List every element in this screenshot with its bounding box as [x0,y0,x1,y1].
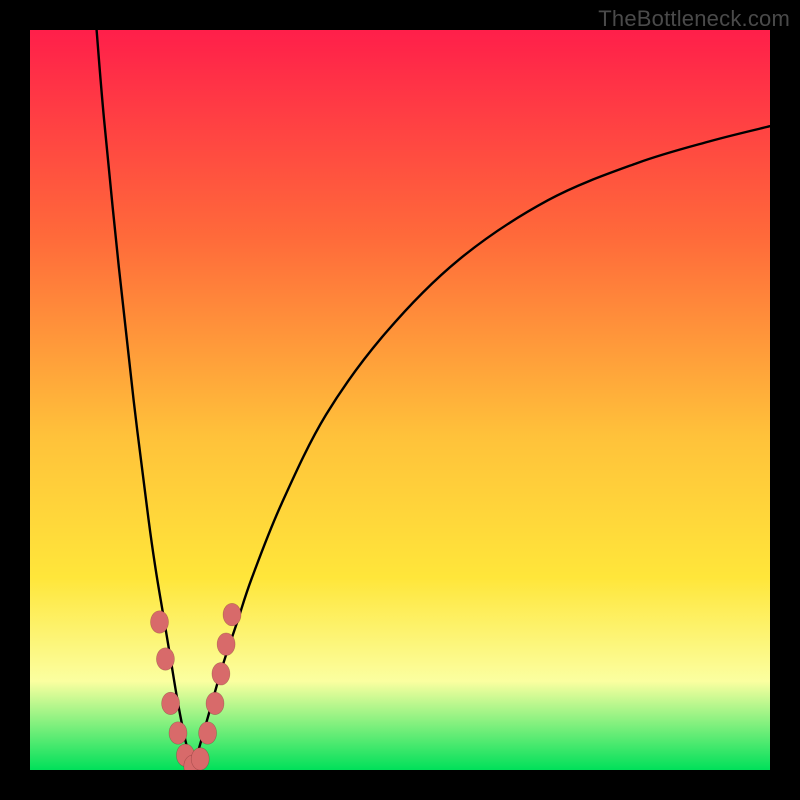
curve-left-branch [97,30,193,770]
chart-frame: TheBottleneck.com [0,0,800,800]
data-marker [156,648,174,671]
data-marker [191,748,209,770]
curve-right-branch [193,126,770,770]
data-marker [223,603,241,626]
data-marker [217,633,235,656]
watermark-text: TheBottleneck.com [598,6,790,32]
data-marker [151,611,169,634]
data-marker [212,663,230,686]
bottleneck-curve [30,30,770,770]
curve-markers [151,603,242,770]
data-marker [206,692,224,715]
data-marker [199,722,217,745]
data-marker [169,722,187,745]
plot-area [30,30,770,770]
data-marker [162,692,180,715]
